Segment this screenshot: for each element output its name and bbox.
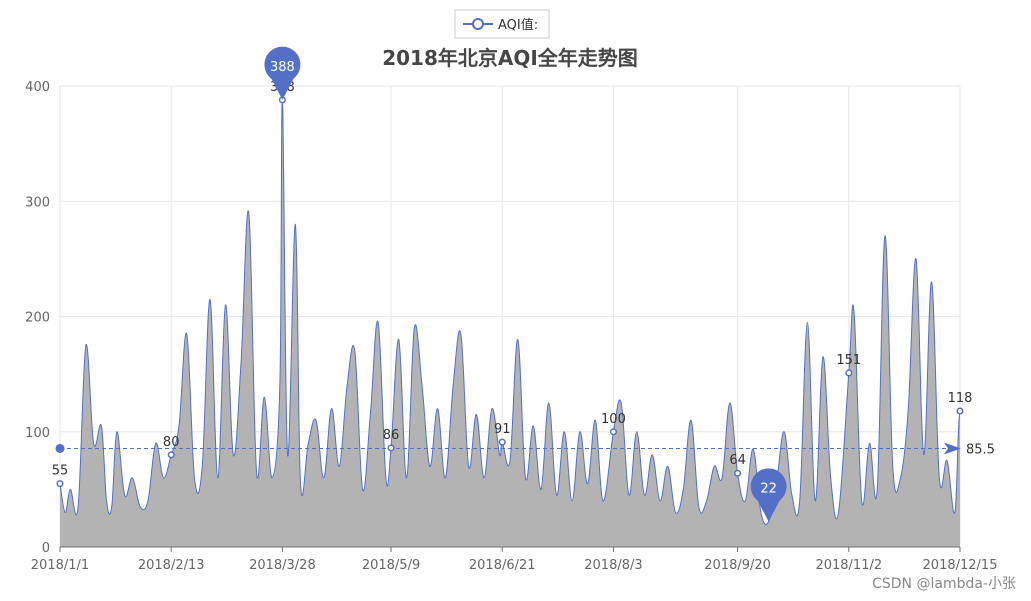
x-tick-label: 2018/8/3 — [584, 558, 642, 573]
y-tick-label: 100 — [25, 426, 50, 441]
mark-point-label: 22 — [760, 482, 777, 497]
data-point-label: 80 — [163, 435, 180, 450]
data-point — [387, 444, 395, 452]
legend[interactable]: AQI值: — [454, 9, 550, 39]
y-tick-label: 200 — [25, 311, 50, 326]
x-tick-label: 2018/12/15 — [923, 558, 998, 573]
watermark: CSDN @lambda-小张 — [872, 576, 1016, 592]
x-tick-label: 2018/5/9 — [362, 558, 420, 573]
x-tick-label: 2018/6/21 — [469, 558, 536, 573]
data-point — [734, 469, 742, 477]
data-point-label: 86 — [383, 428, 400, 443]
data-point — [56, 480, 64, 488]
x-tick-label: 2018/9/20 — [704, 558, 771, 573]
x-tick-label: 2018/11/2 — [815, 558, 882, 573]
average-line-label: 85.5 — [966, 442, 995, 457]
y-tick-label: 300 — [25, 195, 50, 210]
data-point — [956, 407, 964, 415]
x-tick-label: 2018/2/13 — [138, 558, 205, 573]
y-tick-label: 0 — [42, 541, 50, 556]
chart-title: 2018年北京AQI全年走势图 — [382, 46, 638, 70]
legend-label: AQI值: — [498, 17, 538, 33]
mark-point-label: 388 — [270, 60, 295, 75]
y-tick-label: 400 — [25, 80, 50, 95]
legend-circle-icon — [472, 18, 484, 30]
data-point — [498, 438, 506, 446]
data-point-label: 91 — [494, 422, 511, 437]
x-tick-label: 2018/3/28 — [249, 558, 316, 573]
aqi-chart: AQI值: 2018年北京AQI全年走势图 2018/1/1 2018/2/13 2… — [0, 0, 1031, 601]
data-point-label: 151 — [836, 353, 861, 368]
data-point-label: 55 — [52, 464, 69, 479]
data-point — [845, 369, 853, 377]
data-point-label: 64 — [729, 453, 746, 468]
data-point-label: 100 — [601, 412, 626, 427]
x-tick-label: 2018/1/1 — [31, 558, 89, 573]
data-point-label: 118 — [948, 391, 973, 406]
data-point — [609, 428, 617, 436]
data-point — [167, 451, 175, 459]
